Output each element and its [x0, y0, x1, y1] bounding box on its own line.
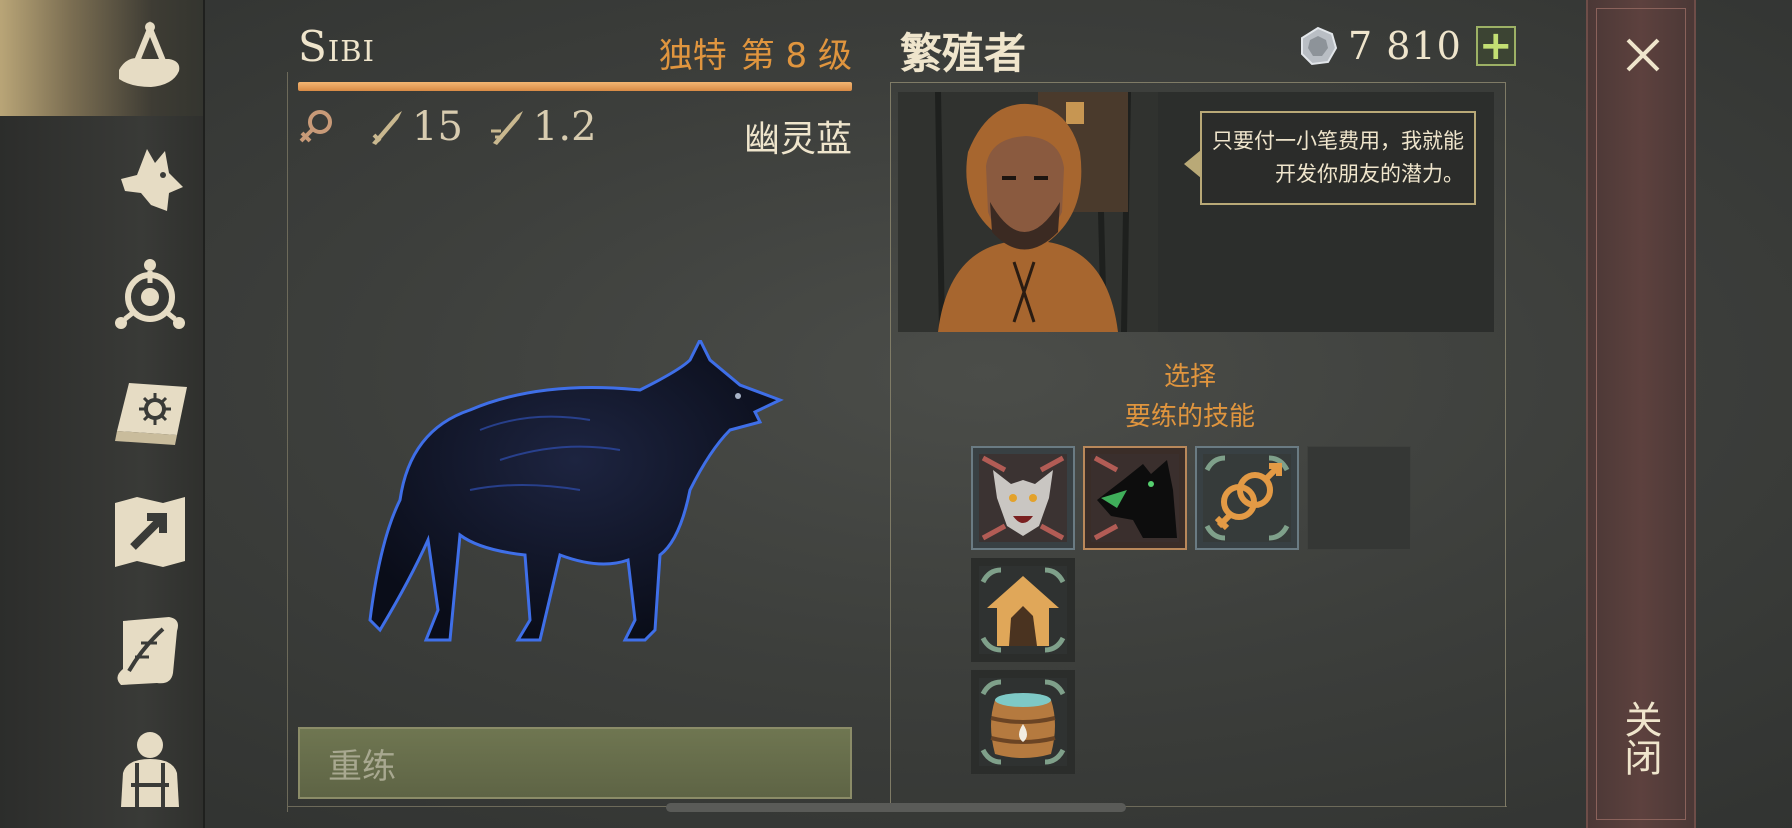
wolf-stats: 15 1.2: [296, 104, 621, 150]
sidebar: [0, 0, 205, 828]
close-column[interactable]: 关闭: [1586, 0, 1696, 828]
attack-stat: 15: [366, 104, 463, 150]
wolf-rarity: 独特: [658, 36, 727, 76]
sidebar-item-wolf[interactable]: [100, 128, 200, 228]
map-arrow-icon: [115, 497, 185, 567]
wolf-head-icon: [121, 149, 183, 211]
xp-bar: [298, 82, 852, 91]
attack-value: 15: [412, 104, 463, 150]
snarling-wolf-skill-icon: [1091, 454, 1179, 542]
wolf-model: [368, 340, 784, 642]
currency-display: 7 810 +: [1298, 24, 1516, 68]
sidebar-item-quests[interactable]: [100, 600, 200, 700]
sidebar-item-totem[interactable]: [100, 8, 200, 108]
gender-stat: [296, 107, 342, 147]
home-indicator: [666, 803, 1126, 812]
book-icon: [115, 383, 187, 445]
den-house-skill-icon: [979, 566, 1067, 654]
breeder-title: 繁殖者: [900, 29, 1027, 78]
skill-slot-water[interactable]: [971, 670, 1075, 774]
wolf-name: Sibi: [298, 22, 375, 71]
water-barrel-skill-icon: [979, 678, 1067, 766]
female-icon: [299, 110, 332, 143]
scroll-icon: [117, 617, 178, 685]
wolf-face-skill-icon: [979, 454, 1067, 542]
silver-coin-icon: [1301, 26, 1338, 66]
currency-value: 7 810: [1348, 24, 1462, 68]
gender-symbols-skill-icon: [1203, 454, 1291, 542]
skill-slot-snarling-wolf[interactable]: [1083, 446, 1187, 550]
sidebar-item-skills[interactable]: [100, 246, 200, 346]
coat-name: 幽灵蓝: [743, 119, 852, 160]
skill-slot-empty: [1307, 446, 1411, 550]
select-skill-subheading: 要练的技能: [1124, 402, 1255, 432]
skill-slot-gender[interactable]: [1195, 446, 1299, 550]
close-icon[interactable]: [1624, 36, 1662, 74]
wolf-panel-frame: [287, 72, 288, 812]
retrain-button[interactable]: 重练: [298, 727, 852, 799]
sidebar-item-map[interactable]: [100, 482, 200, 582]
speed-icon: [490, 111, 523, 145]
select-skill-heading: 选择: [1163, 362, 1216, 392]
skill-slot-den[interactable]: [971, 558, 1075, 662]
sidebar-item-character[interactable]: [100, 718, 200, 818]
close-column-frame: [1596, 8, 1686, 820]
skill-slot-wolf-face[interactable]: [971, 446, 1075, 550]
totem-hand-icon: [119, 21, 180, 87]
wolf-rarity-level: 独特第 8 级: [600, 28, 852, 77]
sidebar-item-book[interactable]: [100, 364, 200, 464]
add-currency-button[interactable]: +: [1475, 26, 1516, 66]
speech-bubble-tail: [1184, 150, 1201, 178]
breeder-speech-bubble: 只要付一小笔费用，我就能开发你朋友的潜力。: [1200, 111, 1476, 205]
speed-stat: 1.2: [487, 104, 597, 150]
xp-bar-fill: [298, 82, 852, 91]
attack-icon: [372, 111, 402, 145]
close-label[interactable]: 关闭: [1618, 700, 1668, 776]
skill-tree-icon: [115, 259, 185, 329]
wolf-level: 第 8 级: [740, 36, 852, 76]
speed-value: 1.2: [532, 104, 597, 150]
character-icon: [121, 732, 179, 807]
